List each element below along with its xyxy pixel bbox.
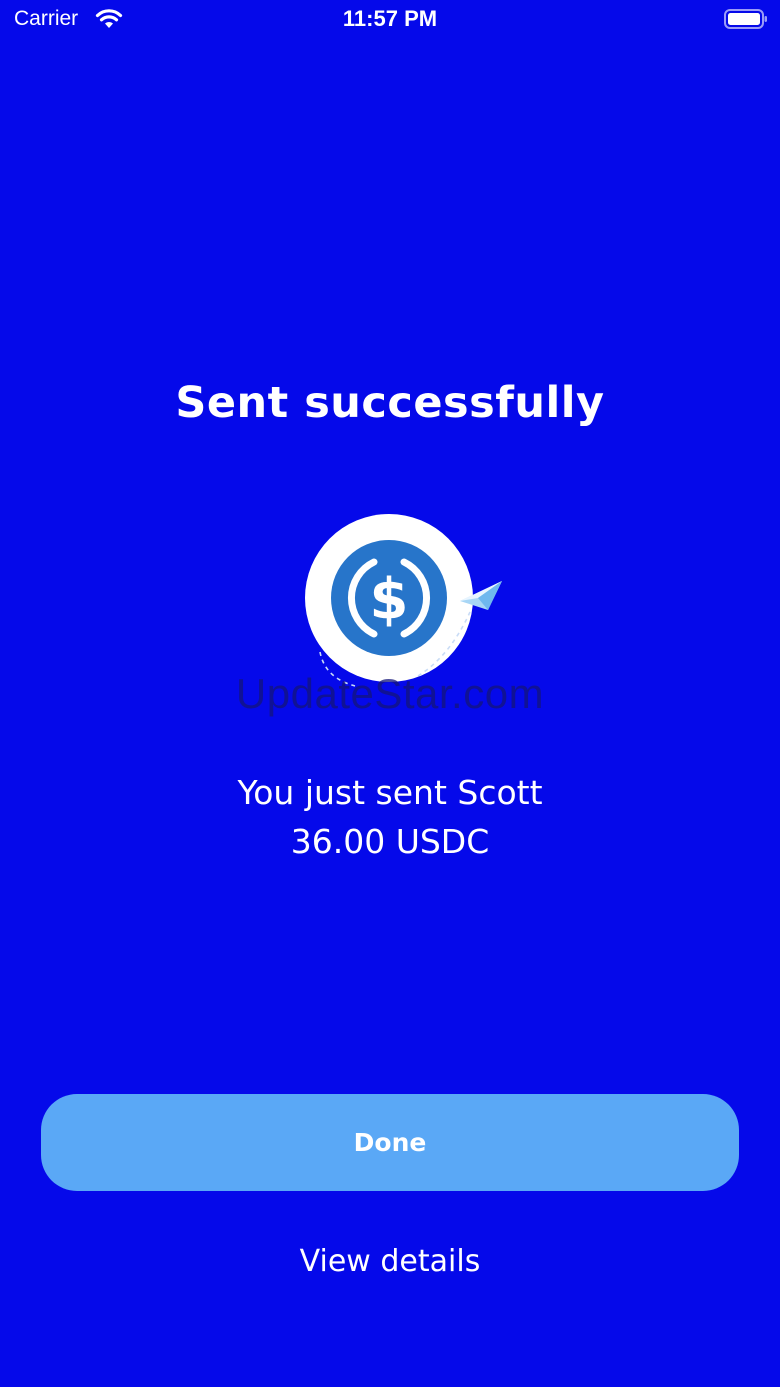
- watermark: UpdateStar.com: [235, 670, 545, 717]
- status-time: 11:57 PM: [342, 6, 438, 31]
- sent-message: You just sent Scott 36.00 USDC: [0, 768, 780, 866]
- battery-full-icon: [724, 9, 767, 29]
- view-details-link[interactable]: View details: [0, 1244, 780, 1279]
- usdc-coin-icon: $: [305, 514, 502, 687]
- done-button[interactable]: Done: [41, 1094, 739, 1191]
- status-bar: Carrier 11:57 PM: [0, 0, 780, 42]
- page-title: Sent successfully: [175, 378, 605, 428]
- svg-text:$: $: [370, 567, 409, 632]
- message-recipient-line: You just sent Scott: [237, 773, 543, 812]
- message-amount-line: 36.00 USDC: [290, 822, 490, 861]
